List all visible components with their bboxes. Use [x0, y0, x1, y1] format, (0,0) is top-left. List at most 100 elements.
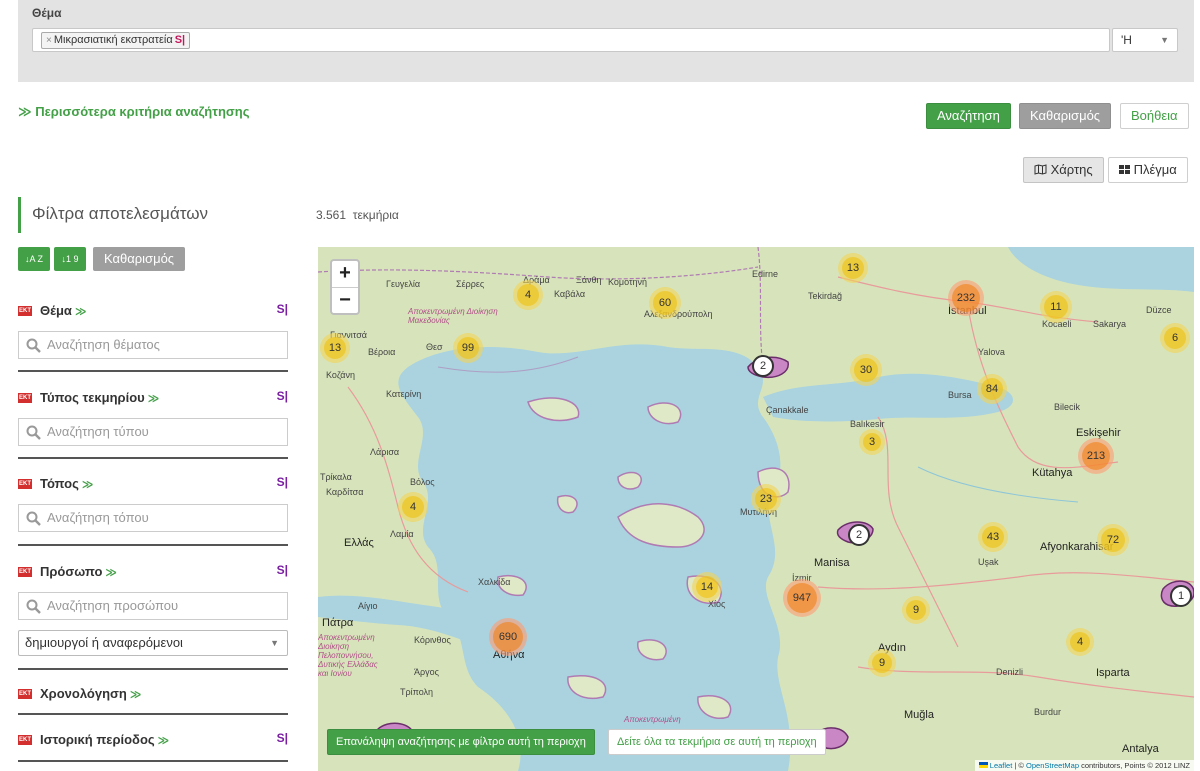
- cluster-count: 213: [1082, 442, 1110, 470]
- facet-header[interactable]: EKT Πρόσωπο ≫ S|: [18, 563, 288, 583]
- subject-panel: Θέμα × Μικρασιατική εκστρατεία S| 'Η ▼: [18, 0, 1194, 82]
- facet-divider: [18, 760, 288, 762]
- sort-alpha-button[interactable]: ↓A Z: [18, 247, 50, 271]
- ekt-icon: EKT: [18, 479, 32, 489]
- facet-title: Πρόσωπο: [40, 564, 103, 579]
- caret-down-icon: ▼: [270, 638, 279, 648]
- search-icon: [26, 599, 41, 614]
- map-cluster[interactable]: 9: [902, 596, 930, 624]
- town-label: Χαλκίδα: [478, 577, 511, 587]
- double-chevron-down-icon: ≫: [157, 735, 170, 747]
- facet-badge[interactable]: S|: [277, 475, 288, 489]
- select-value: δημιουργοί ή αναφερόμενοι: [25, 635, 183, 650]
- map-cluster[interactable]: 4: [1066, 628, 1094, 656]
- view-area-button[interactable]: Δείτε όλα τα τεκμήρια σε αυτή τη περιοχη: [608, 729, 826, 755]
- map-cluster[interactable]: 84: [977, 374, 1007, 404]
- map-cluster[interactable]: 30: [850, 354, 882, 386]
- map-cluster[interactable]: 947: [783, 579, 821, 617]
- map-cluster[interactable]: 6: [1160, 323, 1190, 353]
- map-view-label: Χάρτης: [1050, 162, 1093, 177]
- search-icon: [26, 338, 41, 353]
- zoom-out-button[interactable]: −: [332, 287, 358, 313]
- cluster-count: 232: [952, 284, 980, 312]
- map-cluster[interactable]: 4: [398, 492, 428, 522]
- double-chevron-down-icon: ≫: [105, 567, 117, 579]
- facet-divider: [18, 544, 288, 546]
- type-search-input[interactable]: Αναζήτηση τύπου: [18, 418, 288, 446]
- filters-clear-button[interactable]: Καθαρισμός: [93, 247, 186, 271]
- facet-subject: EKT Θέμα ≫ S| Αναζήτηση θέματος: [18, 302, 288, 359]
- leaflet-link[interactable]: Leaflet: [990, 761, 1013, 770]
- map-cluster[interactable]: 14: [692, 572, 722, 602]
- cluster-count: 4: [1070, 632, 1090, 652]
- map-cluster[interactable]: 213: [1078, 438, 1114, 474]
- search-placeholder: Αναζήτηση θέματος: [47, 337, 160, 352]
- map-cluster[interactable]: 2: [848, 524, 870, 546]
- search-button[interactable]: Αναζήτηση: [926, 103, 1011, 129]
- cluster-count: 13: [842, 257, 864, 279]
- subject-tag-input[interactable]: × Μικρασιατική εκστρατεία S|: [32, 28, 1110, 52]
- map[interactable]: Γευγελία Σέρρες Δράμα Ξάνθη Κομοτηνή Καβ…: [318, 247, 1194, 771]
- map-view-button[interactable]: Χάρτης: [1023, 157, 1104, 183]
- map-cluster[interactable]: 9: [868, 649, 896, 677]
- map-icon: [1034, 164, 1047, 175]
- facet-header[interactable]: EKT Χρονολόγηση ≫: [18, 685, 288, 705]
- map-cluster[interactable]: 690: [489, 618, 527, 656]
- map-cluster[interactable]: 43: [978, 522, 1008, 552]
- place-search-input[interactable]: Αναζήτηση τόπου: [18, 504, 288, 532]
- town-label: Kütahya: [1032, 467, 1073, 479]
- search-placeholder: Αναζήτηση τύπου: [47, 424, 149, 439]
- person-search-input[interactable]: Αναζήτηση προσώπου: [18, 592, 288, 620]
- tag-remove-icon[interactable]: ×: [46, 35, 52, 46]
- result-count-number: 3.561: [316, 208, 347, 222]
- map-cluster[interactable]: 60: [649, 287, 681, 319]
- filter-area-button[interactable]: Επανάληψη αναζήτησης με φίλτρο αυτή τη π…: [327, 729, 595, 755]
- subject-search-input[interactable]: Αναζήτηση θέματος: [18, 331, 288, 359]
- double-chevron-down-icon: ≫: [81, 479, 94, 491]
- town-label: Βόλος: [410, 477, 435, 487]
- map-cluster[interactable]: 72: [1097, 524, 1129, 556]
- zoom-in-button[interactable]: +: [332, 261, 358, 287]
- facet-header[interactable]: EKT Τόπος ≫ S|: [18, 475, 288, 495]
- sort-numeric-button[interactable]: ↓1 9: [54, 247, 86, 271]
- facet-badge[interactable]: S|: [277, 302, 288, 316]
- attribution-sep: | ©: [1012, 761, 1027, 770]
- person-role-select[interactable]: δημιουργοί ή αναφερόμενοι ▼: [18, 630, 288, 656]
- map-cluster[interactable]: 4: [513, 280, 543, 310]
- map-cluster[interactable]: 11: [1040, 291, 1072, 323]
- map-cluster[interactable]: 99: [453, 333, 483, 363]
- cluster-count: 30: [854, 358, 878, 382]
- osm-link[interactable]: OpenStreetMap: [1026, 761, 1079, 770]
- grid-view-button[interactable]: Πλέγμα: [1108, 157, 1188, 183]
- town-label: Καρδίτσα: [326, 487, 364, 497]
- double-chevron-down-icon: ≫: [18, 104, 32, 119]
- help-button[interactable]: Βοήθεια: [1120, 103, 1189, 129]
- map-cluster[interactable]: 1: [1170, 585, 1192, 607]
- tag-badge: S|: [174, 34, 186, 46]
- town-label: Σέρρες: [456, 279, 485, 289]
- clear-button[interactable]: Καθαρισμός: [1019, 103, 1112, 129]
- map-cluster[interactable]: 2: [752, 355, 774, 377]
- map-cluster[interactable]: 23: [751, 484, 781, 514]
- facet-badge[interactable]: S|: [277, 731, 288, 745]
- facet-header[interactable]: EKT Τύπος τεκμηρίου ≫ S|: [18, 389, 288, 409]
- facet-header[interactable]: EKT Θέμα ≫ S|: [18, 302, 288, 322]
- cluster-count: 99: [457, 337, 479, 359]
- operator-select[interactable]: 'Η ▼: [1112, 28, 1178, 52]
- facet-title: Χρονολόγηση: [40, 686, 127, 701]
- map-cluster[interactable]: 13: [320, 333, 350, 363]
- facet-badge[interactable]: S|: [277, 389, 288, 403]
- cluster-count: 9: [906, 600, 926, 620]
- facet-badge[interactable]: S|: [277, 563, 288, 577]
- facet-header[interactable]: EKT Ιστορική περίοδος ≫ S|: [18, 731, 288, 751]
- map-cluster[interactable]: 13: [838, 253, 868, 283]
- more-criteria-link[interactable]: ≫ Περισσότερα κριτήρια αναζήτησης: [18, 104, 250, 120]
- map-cluster[interactable]: 232: [948, 280, 984, 316]
- facet-period: EKT Ιστορική περίοδος ≫ S|: [18, 731, 288, 751]
- town-label: Άργος: [414, 667, 439, 677]
- map-cluster[interactable]: 3: [859, 429, 885, 455]
- facet-title: Τύπος τεκμηρίου: [40, 390, 145, 405]
- town-label: Ελλάς: [344, 537, 374, 549]
- filters-title: Φίλτρα αποτελεσμάτων: [18, 197, 208, 233]
- town-label: Denizli: [996, 667, 1024, 677]
